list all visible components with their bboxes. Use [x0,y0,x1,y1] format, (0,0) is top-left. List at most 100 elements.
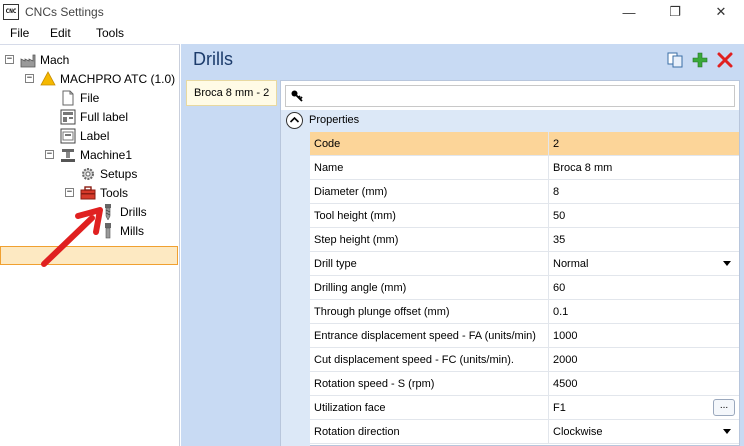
prop-name: Rotation direction [314,426,400,438]
drill-item-list: Broca 8 mm - 2 [186,80,277,446]
prop-value[interactable]: Normal [553,258,588,270]
tree-label: MACHPRO ATC (1.0) [60,71,176,86]
prop-name: Cut displacement speed - FC (units/min). [314,354,514,366]
tree-item-mach[interactable]: Mach [20,50,69,69]
prop-name: Diameter (mm) [314,186,388,198]
close-button[interactable]: ✕ [698,0,744,24]
dropdown-arrow-icon[interactable] [723,261,731,266]
prop-row-diameter[interactable]: Diameter (mm) 8 [310,180,739,204]
prop-name: Rotation speed - S (rpm) [314,378,435,390]
prop-value[interactable]: F1 [553,402,566,414]
prop-row-name[interactable]: Name Broca 8 mm [310,156,739,180]
gear-icon [80,166,96,182]
grid-margin [281,132,310,446]
full-label-icon [60,109,76,125]
collapse-icon[interactable] [286,112,303,129]
prop-value[interactable]: 35 [553,234,565,246]
tree-item-setups[interactable]: Setups [80,164,137,183]
prop-row-rotation-direction[interactable]: Rotation direction Clockwise [310,420,739,444]
tree-label: Mills [120,223,144,238]
prop-row-drilling-angle[interactable]: Drilling angle (mm) 60 [310,276,739,300]
property-search[interactable] [285,85,735,107]
file-icon [60,90,76,106]
category-label: Properties [309,114,360,126]
tree-item-file[interactable]: File [60,88,99,107]
expander-machine1[interactable]: − [45,150,54,159]
prop-name: Utilization face [314,402,386,414]
tree-label: Label [80,128,110,143]
prop-row-plunge-offset[interactable]: Through plunge offset (mm) 0.1 [310,300,739,324]
prop-value[interactable]: 0.1 [553,306,568,318]
dropdown-arrow-icon[interactable] [723,429,731,434]
list-item-selected[interactable]: Broca 8 mm - 2 [186,80,277,106]
tree-item-machine1[interactable]: Machine1 [60,145,132,164]
prop-value[interactable]: Broca 8 mm [553,162,612,174]
warning-triangle-icon [40,70,56,87]
tree-label: Full label [80,109,129,124]
tree-label: Setups [100,166,138,181]
prop-value[interactable]: 50 [553,210,565,222]
prop-name: Drilling angle (mm) [314,282,407,294]
prop-name: Entrance displacement speed - FA (units/… [314,330,536,342]
drills-header: Drills [181,44,744,76]
menu-edit[interactable]: Edit [50,26,71,40]
page-title: Drills [193,49,233,69]
prop-row-rotation-speed[interactable]: Rotation speed - S (rpm) 4500 [310,372,739,396]
prop-name: Name [314,162,344,174]
prop-row-cut-speed[interactable]: Cut displacement speed - FC (units/min).… [310,348,739,372]
ellipsis-button[interactable]: ... [713,399,735,416]
delete-button[interactable] [716,51,734,69]
prop-value[interactable]: 2 [553,138,559,150]
tree-label: Mach [40,52,70,67]
prop-row-drill-type[interactable]: Drill type Normal [310,252,739,276]
prop-row-step-height[interactable]: Step height (mm) 35 [310,228,739,252]
search-key-icon [291,90,303,102]
tree-item-full-label[interactable]: Full label [60,107,128,126]
prop-name: Through plunge offset (mm) [314,306,450,318]
prop-value[interactable]: 1000 [553,330,577,342]
add-button[interactable] [691,51,709,69]
toolbox-icon [80,185,96,201]
prop-row-utilization-face[interactable]: Utilization face F1 ... [310,396,739,420]
prop-name: Tool height (mm) [314,210,396,222]
prop-row-tool-height[interactable]: Tool height (mm) 50 [310,204,739,228]
tree-label: File [80,90,100,105]
prop-name: Drill type [314,258,357,270]
property-grid: Properties Code 2 Name Broca 8 mm Diamet… [280,80,740,446]
drills-panel: Drills Broca 8 mm - 2 Properties Code 2 [181,44,744,446]
annotation-arrow-icon [41,207,103,267]
app-icon: CNC [3,4,19,20]
tree-item-tools[interactable]: Tools [80,183,128,202]
label-icon [60,128,76,144]
menu-bar: File Edit Tools [0,24,744,44]
tree-label: Tools [100,185,129,200]
tree-item-label[interactable]: Label [60,126,109,145]
prop-value[interactable]: 4500 [553,378,577,390]
category-header[interactable]: Properties [281,110,739,132]
prop-value[interactable]: 8 [553,186,559,198]
title-bar: CNC CNCs Settings — ❐ ✕ [0,0,744,24]
prop-value[interactable]: 60 [553,282,565,294]
delete-x-icon [717,52,733,68]
minimize-button[interactable]: — [606,0,652,24]
machine-icon [60,147,76,163]
maximize-button[interactable]: ❐ [652,0,698,24]
copy-button[interactable] [666,51,684,69]
copy-icon [667,52,683,68]
prop-row-code[interactable]: Code 2 [310,132,739,156]
expander-machine[interactable]: − [25,74,34,83]
tree-label: Machine1 [80,147,133,162]
factory-icon [20,52,36,68]
expander-mach[interactable]: − [5,55,14,64]
menu-tools[interactable]: Tools [96,26,124,40]
prop-row-entrance-speed[interactable]: Entrance displacement speed - FA (units/… [310,324,739,348]
menu-file[interactable]: File [10,26,29,40]
prop-name: Code [314,138,341,150]
tree-item-machpro[interactable]: MACHPRO ATC (1.0) [40,69,175,88]
expander-tools[interactable]: − [65,188,74,197]
prop-value[interactable]: Clockwise [553,426,603,438]
plus-icon [692,52,708,68]
prop-name: Step height (mm) [314,234,399,246]
prop-value[interactable]: 2000 [553,354,577,366]
window-title: CNCs Settings [25,5,104,19]
